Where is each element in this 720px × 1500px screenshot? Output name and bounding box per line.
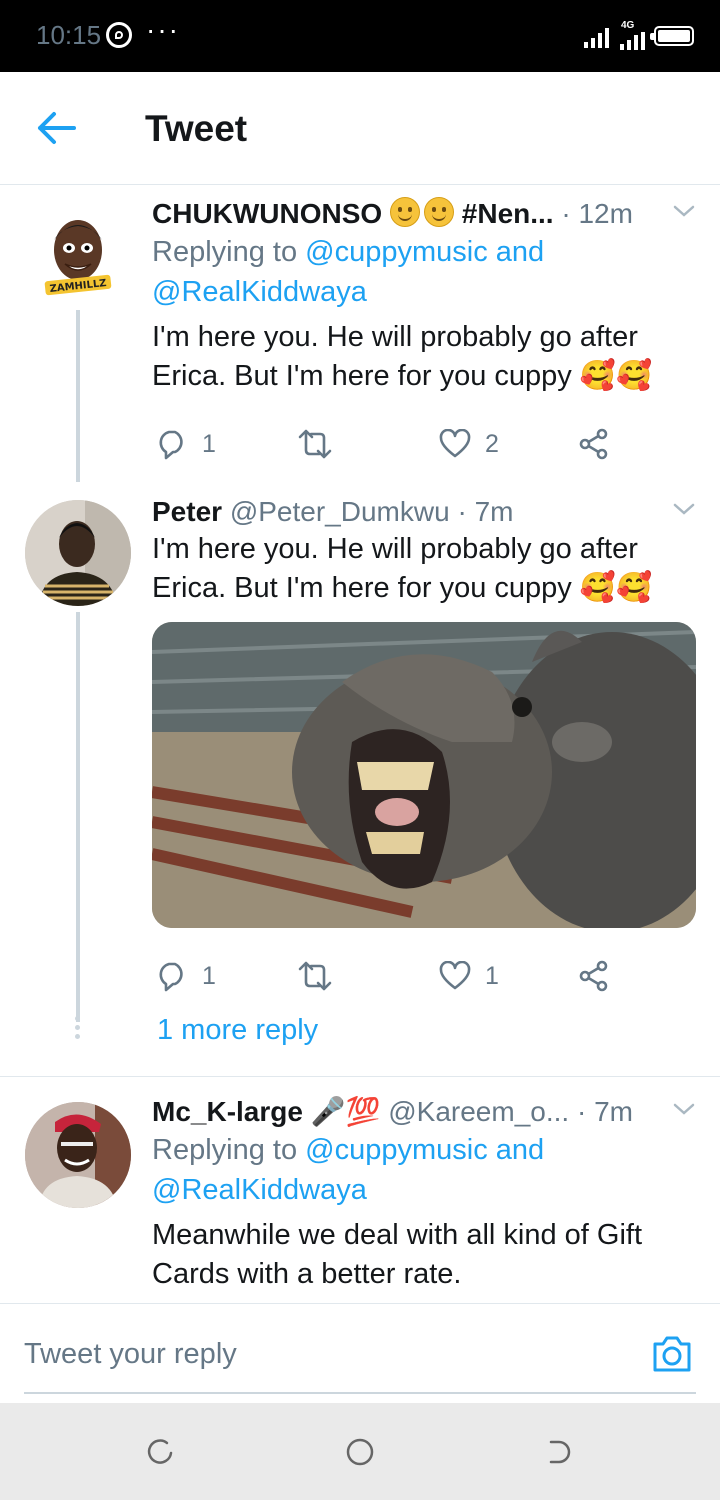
display-name[interactable]: CHUKWUNONSO [152,198,382,229]
smiley-emoji [424,197,454,227]
display-name-suffix[interactable]: #Nen... [462,198,554,229]
chevron-down-icon[interactable] [673,498,695,520]
handle[interactable]: @Kareem_o... [388,1096,569,1127]
reply-count: 1 [202,961,216,990]
name-emoji: 🎤💯 [310,1096,381,1127]
tweet-actions: 1 2 [152,424,697,464]
tweet-text-line: Cards with a better rate. [152,1258,462,1290]
more-replies-link[interactable]: 1 more reply [157,1014,318,1047]
reply-button[interactable]: 1 [156,956,216,996]
timestamp: 7m [594,1096,633,1127]
smiley-emoji [390,197,420,227]
back-nav-icon[interactable] [545,1437,575,1467]
tweet-text: I'm here you. He will probably go after … [152,318,697,396]
share-icon [579,428,608,460]
separator-dot: · [457,496,467,527]
thread-line [76,612,80,1022]
tweet-text-line: I'm here you. He will probably go after [152,533,638,565]
mention-link[interactable]: @RealKiddwaya [152,276,367,308]
retweet-button[interactable] [297,956,333,996]
reply-count: 1 [202,429,216,458]
status-time: 10:15 [36,20,102,50]
divider [0,1076,720,1077]
home-icon[interactable] [345,1437,375,1467]
camera-icon[interactable] [651,1334,693,1374]
tweet-text-line: Erica. But I'm here for you cuppy 🥰🥰 [152,572,653,604]
reply-icon [159,962,183,992]
tweet-body: CHUKWUNONSO #Nen... · 12m Replying to @c… [152,196,697,460]
signal-icon [584,28,609,48]
mention-link[interactable]: @RealKiddwaya [152,1174,367,1206]
tweet-body: Peter @Peter_Dumkwu · 7m I'm here you. H… [152,494,697,992]
chevron-down-icon[interactable] [673,200,695,222]
thread-line [76,310,80,482]
reply-input[interactable]: Tweet your reply [24,1338,237,1371]
avatar[interactable]: ZAMHILLZ [25,204,131,310]
tweet-header: CHUKWUNONSO #Nen... · 12m [152,196,697,232]
mention-link[interactable]: @cuppymusic and [305,1134,544,1166]
avatar[interactable] [25,500,131,606]
timestamp: 7m [474,496,514,527]
retweet-icon [298,429,332,459]
avatar[interactable] [25,1102,131,1208]
tweet-text-line: Erica. But I'm here for you cuppy 🥰🥰 [152,360,653,392]
mention-link[interactable]: @cuppymusic and [305,236,544,268]
page-title: Tweet [145,108,248,149]
chevron-down-icon[interactable] [673,1098,695,1120]
retweet-button[interactable] [297,424,333,464]
status-bar: 10:15 ··· 4G [0,0,720,72]
system-nav-bar [0,1403,720,1500]
like-button[interactable]: 2 [439,424,499,464]
tweet-actions: 1 1 [152,956,697,996]
tweet-body: Mc_K-large 🎤💯 @Kareem_o... · 7m Replying… [152,1094,697,1294]
display-name[interactable]: Mc_K-large [152,1096,303,1127]
replying-to: Replying to @cuppymusic and @RealKiddway… [152,1130,697,1210]
battery-icon [650,26,694,46]
share-button[interactable] [578,956,610,996]
more-notifications-icon: ··· [146,14,180,45]
whatsapp-icon [106,22,132,48]
like-button[interactable]: 1 [439,956,499,996]
tweet-header: Mc_K-large 🎤💯 @Kareem_o... · 7m [152,1094,697,1130]
reply-input-underline [24,1392,696,1394]
replying-to: Replying to @cuppymusic and @RealKiddway… [152,232,697,312]
reply-tweet-1[interactable]: ZAMHILLZ CHUKWUNONSO #Nen... · 12m Reply… [0,186,720,482]
tweet-header: Peter @Peter_Dumkwu · 7m [152,494,697,530]
replying-to-prefix: Replying to [152,236,298,268]
tweet-text: Meanwhile we deal with all kind of Gift … [152,1216,697,1294]
tweet-media-image[interactable] [152,622,696,928]
reply-composer: Tweet your reply [0,1303,720,1404]
reply-tweet-2[interactable]: Peter @Peter_Dumkwu · 7m I'm here you. H… [0,486,720,1074]
tweet-text: I'm here you. He will probably go after … [152,530,697,608]
replying-to-prefix: Replying to [152,1134,298,1166]
like-count: 1 [485,961,499,990]
back-arrow-icon[interactable] [36,110,76,146]
like-count: 2 [485,429,499,458]
recent-apps-icon[interactable] [145,1437,175,1467]
reply-icon [159,430,183,460]
heart-icon [439,961,471,990]
tweet-text-line: I'm here you. He will probably go after [152,321,638,353]
reply-tweet-3[interactable]: Mc_K-large 🎤💯 @Kareem_o... · 7m Replying… [0,1090,720,1302]
display-name[interactable]: Peter [152,496,222,527]
reply-button[interactable]: 1 [156,424,216,464]
separator-dot: · [561,198,571,229]
timestamp: 12m [578,198,633,229]
share-button[interactable] [578,424,610,464]
handle[interactable]: @Peter_Dumkwu [230,496,450,527]
separator-dot: · [576,1096,587,1127]
tweet-text-line: Meanwhile we deal with all kind of Gift [152,1219,643,1251]
retweet-icon [298,961,332,991]
thread-more-dots [75,1016,81,1043]
share-icon [579,960,608,992]
heart-icon [439,429,471,458]
top-app-bar: Tweet [0,72,720,185]
signal-icon-2 [620,30,645,50]
